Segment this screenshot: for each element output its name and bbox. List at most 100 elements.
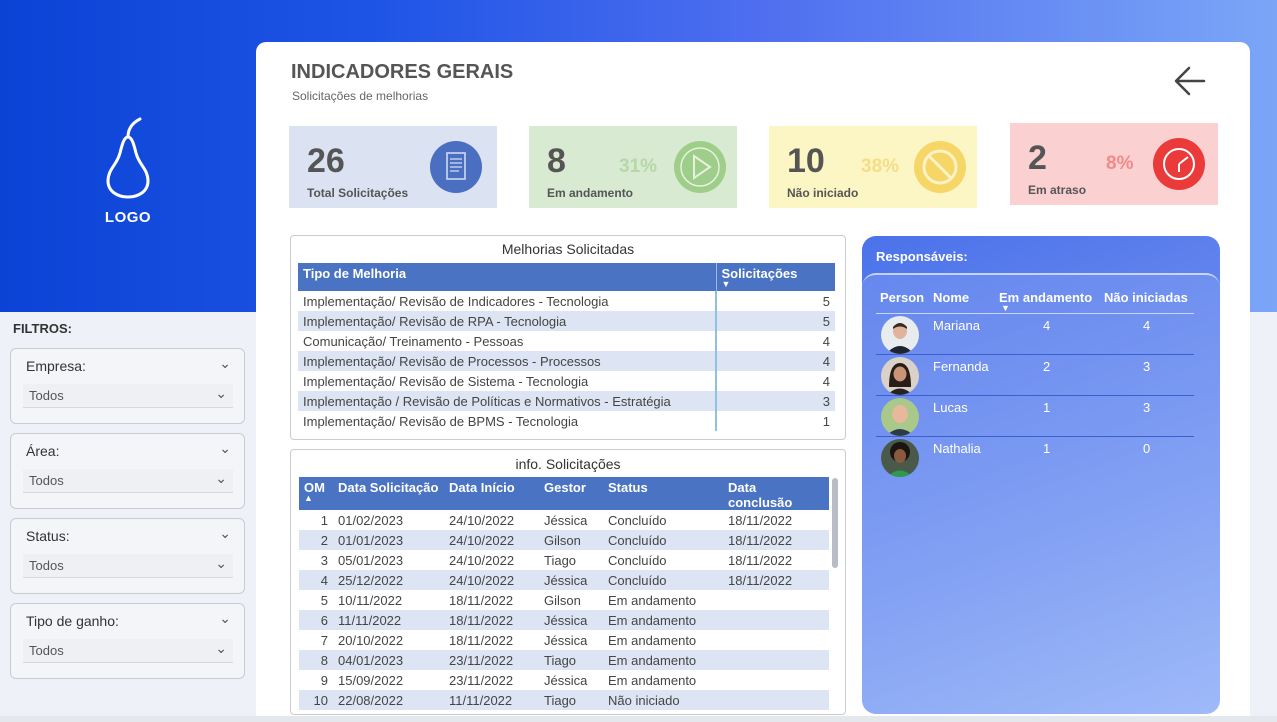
table-row[interactable]: 9 15/09/2022 23/11/2022 Jéssica Em andamento — [299, 670, 829, 690]
kpi-em-atraso: 2 Em atraso 8% — [1010, 123, 1218, 205]
table-row[interactable]: Implementação/ Revisão de Processos - Pr… — [298, 351, 835, 371]
page-title: INDICADORES GERAIS — [291, 61, 514, 83]
kpi-label: Total Solicitações — [307, 186, 409, 200]
table-row[interactable]: Mariana 4 4 — [876, 314, 1194, 355]
om-cell: 4 — [320, 572, 328, 588]
panel-title: Melhorias Solicitadas — [501, 241, 635, 257]
column-header-sorted[interactable]: OM ▲ — [299, 477, 333, 510]
table-row[interactable]: Fernanda 2 3 — [876, 355, 1194, 396]
back-arrow-icon[interactable] — [1172, 63, 1208, 99]
kpi-total: 26 Total Solicitações — [289, 126, 497, 208]
data-solicitacao-cell: 01/02/2023 — [338, 512, 404, 528]
column-header[interactable]: Data conclusão — [723, 477, 829, 510]
table-header-row: OM ▲ Data Solicitação Data Início Gestor… — [299, 477, 829, 510]
chevron-down-icon[interactable]: ⌄ — [219, 525, 231, 542]
table-row[interactable]: Implementação / Revisão de Políticas e N… — [298, 391, 835, 411]
filter-status[interactable]: Status: ⌄ Todos ⌄ — [10, 518, 245, 594]
chevron-down-icon[interactable]: ⌄ — [215, 555, 227, 572]
nao-iniciadas-value: 3 — [1143, 400, 1151, 415]
person-name: Lucas — [933, 400, 968, 415]
tipo-melhoria-cell: Implementação/ Revisão de RPA - Tecnolog… — [303, 313, 567, 329]
table-row[interactable]: Implementação/ Revisão de Indicadores - … — [298, 291, 835, 311]
column-header[interactable]: Data Início — [444, 477, 539, 510]
play-icon — [674, 141, 726, 193]
filter-area[interactable]: Área: ⌄ Todos ⌄ — [10, 433, 245, 509]
data-solicitacao-cell: 11/11/2022 — [338, 612, 402, 628]
table-row[interactable]: 5 10/11/2022 18/11/2022 Gilson Em andamento — [299, 590, 829, 610]
filter-value: Todos — [29, 558, 64, 573]
solicitacoes-cell: 4 — [715, 331, 835, 351]
table-row[interactable]: 7 20/10/2022 18/11/2022 Jéssica Em andamento — [299, 630, 829, 650]
filter-select[interactable]: Todos ⌄ — [23, 554, 233, 578]
column-header[interactable]: Nome — [933, 290, 969, 305]
person-name: Mariana — [933, 318, 980, 333]
chevron-down-icon[interactable]: ⌄ — [219, 610, 231, 627]
filter-label: Empresa: — [26, 358, 86, 374]
data-conclusao-cell — [723, 670, 829, 690]
avatar — [881, 357, 919, 395]
logo: LOGO — [88, 115, 168, 226]
filter-value: Todos — [29, 473, 64, 488]
table-row[interactable]: Nathalia 1 0 — [876, 437, 1194, 478]
table-row[interactable]: 1 01/02/2023 24/10/2022 Jéssica Concluído 18/… — [299, 510, 829, 530]
filter-empresa[interactable]: Empresa: ⌄ Todos ⌄ — [10, 348, 245, 424]
column-header[interactable]: Tipo de Melhoria — [298, 263, 716, 291]
kpi-value: 8 — [547, 142, 566, 180]
melhorias-panel: Melhorias Solicitadas Tipo de Melhoria S… — [290, 235, 846, 440]
chevron-down-icon[interactable]: ⌄ — [215, 470, 227, 487]
table-row[interactable]: 3 05/01/2023 24/10/2022 Tiago Concluído 18/11… — [299, 550, 829, 570]
chevron-down-icon[interactable]: ⌄ — [219, 440, 231, 457]
kpi-label: Em atraso — [1028, 183, 1087, 197]
column-header[interactable]: Data Solicitação — [333, 477, 444, 510]
info-table: OM ▲ Data Solicitação Data Início Gestor… — [299, 477, 829, 710]
status-cell: Em andamento — [608, 592, 697, 608]
filter-select[interactable]: Todos ⌄ — [23, 384, 233, 408]
avatar — [881, 398, 919, 436]
table-row[interactable]: 2 01/01/2023 24/10/2022 Gilson Concluído 18/1… — [299, 530, 829, 550]
data-inicio-cell: 24/10/2022 — [449, 572, 515, 588]
chevron-down-icon[interactable]: ⌄ — [215, 640, 227, 657]
table-row[interactable]: Implementação/ Revisão de Sistema - Tecn… — [298, 371, 835, 391]
gestor-cell: Jéssica — [544, 612, 588, 628]
column-header[interactable]: Não iniciadas — [1104, 290, 1188, 305]
filter-select[interactable]: Todos ⌄ — [23, 639, 233, 663]
logo-text: LOGO — [104, 209, 152, 226]
table-row[interactable]: 6 11/11/2022 18/11/2022 Jéssica Em andamento — [299, 610, 829, 630]
table-row[interactable]: 4 25/12/2022 24/10/2022 Jéssica Concluído 18/… — [299, 570, 829, 590]
gestor-cell: Tiago — [544, 692, 577, 708]
data-inicio-cell: 18/11/2022 — [449, 632, 514, 648]
filter-tipo-ganho[interactable]: Tipo de ganho: ⌄ Todos ⌄ — [10, 603, 245, 679]
filter-select[interactable]: Todos ⌄ — [23, 469, 233, 493]
data-solicitacao-cell: 15/09/2022 — [338, 672, 404, 688]
panel-title: info. Solicitações — [515, 456, 621, 472]
avatar — [881, 439, 919, 477]
tipo-melhoria-cell: Comunicação/ Treinamento - Pessoas — [303, 333, 524, 349]
status-cell: Concluído — [608, 572, 667, 588]
column-header[interactable]: Person — [880, 290, 924, 305]
solicitacoes-cell: 1 — [715, 411, 835, 431]
kpi-percent: 31% — [619, 156, 658, 177]
table-row[interactable]: Implementação/ Revisão de BPMS - Tecnolo… — [298, 411, 835, 431]
kpi-value: 2 — [1028, 139, 1047, 177]
tipo-melhoria-cell: Implementação/ Revisão de BPMS - Tecnolo… — [303, 413, 579, 429]
chevron-down-icon[interactable]: ⌄ — [219, 355, 231, 372]
gestor-cell: Gilson — [544, 532, 581, 548]
tipo-melhoria-cell: Implementação / Revisão de Políticas e N… — [303, 393, 671, 409]
person-name: Fernanda — [933, 359, 989, 374]
column-header[interactable]: Gestor — [539, 477, 603, 510]
table-row[interactable]: 10 22/08/2022 11/11/2022 Tiago Não iniciado — [299, 690, 829, 710]
data-solicitacao-cell: 01/01/2023 — [338, 532, 404, 548]
chevron-down-icon[interactable]: ⌄ — [215, 385, 227, 402]
column-header-label: Em andamento — [999, 290, 1093, 305]
table-row[interactable]: Implementação/ Revisão de RPA - Tecnolog… — [298, 311, 835, 331]
data-conclusao-cell — [723, 630, 829, 650]
column-header-sorted[interactable]: Solicitações ▼ — [715, 263, 835, 291]
solicitacoes-cell: 4 — [715, 351, 835, 371]
column-header[interactable]: Status — [603, 477, 723, 510]
table-row[interactable]: Comunicação/ Treinamento - Pessoas 4 — [298, 331, 835, 351]
table-row[interactable]: 8 04/01/2023 23/11/2022 Tiago Em andamento — [299, 650, 829, 670]
scrollbar[interactable] — [832, 478, 838, 568]
sort-down-icon: ▼ — [1001, 303, 1010, 313]
column-header-sorted[interactable]: Em andamento ▼ — [999, 290, 1093, 313]
table-row[interactable]: Lucas 1 3 — [876, 396, 1194, 437]
